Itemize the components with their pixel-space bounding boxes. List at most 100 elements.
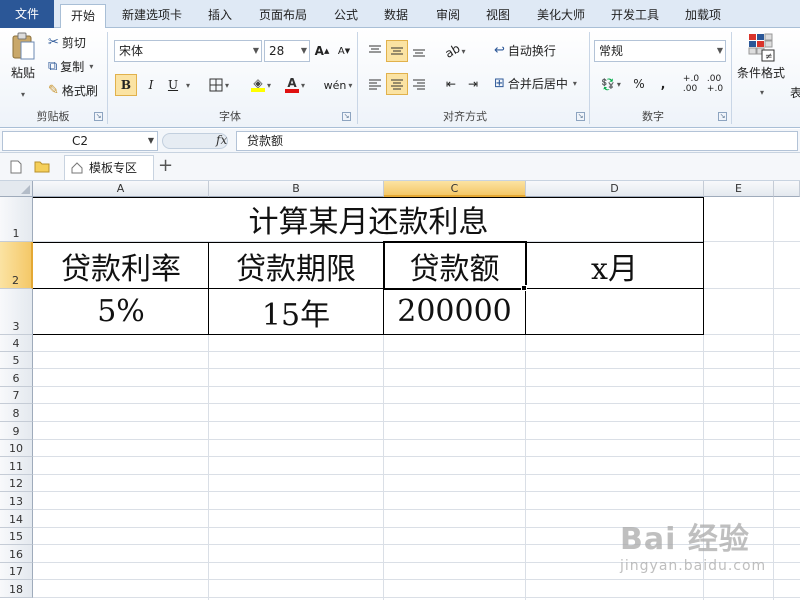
chevron-down-icon[interactable]: ▾ [760, 88, 764, 97]
font-name-combo[interactable]: 宋体 ▼ [114, 40, 262, 62]
column-header-f[interactable] [774, 181, 800, 197]
increase-indent-icon[interactable]: ⇥ [462, 73, 484, 95]
phonetic-button[interactable]: wén ▾ [322, 74, 354, 96]
add-tab-button[interactable]: + [158, 155, 173, 176]
formula-input[interactable]: 贷款额 [236, 131, 798, 151]
comma-button[interactable]: , [652, 73, 674, 95]
row-header-15[interactable]: 15 [0, 528, 33, 545]
decrease-indent-icon[interactable]: ⇤ [440, 73, 462, 95]
merge-cells-icon: ⊞ [494, 75, 505, 91]
number-format-combo[interactable]: 常规 ▼ [594, 40, 726, 62]
shrink-font-icon[interactable]: A ▼ [334, 40, 354, 62]
fill-color-button[interactable]: ◈ ▾ [246, 74, 276, 96]
value-cell-month[interactable] [526, 289, 703, 334]
row-header-13[interactable]: 13 [0, 492, 33, 510]
row-header-16[interactable]: 16 [0, 545, 33, 563]
font-launcher-icon[interactable]: ↘ [342, 112, 351, 121]
tab-new[interactable]: 新建选项卡 [112, 4, 192, 28]
copy-dropdown-icon[interactable]: ▾ [89, 62, 93, 71]
wrap-text-button[interactable]: ↩ 自动换行 [494, 42, 556, 59]
row-header-14[interactable]: 14 [0, 510, 33, 528]
header-cell-month[interactable]: x月 [526, 243, 703, 288]
format-as-table-label[interactable]: 表 [790, 84, 800, 101]
tab-template-zone[interactable]: 模板专区 [64, 155, 154, 180]
row-header-18[interactable]: 18 [0, 580, 33, 598]
column-header-e[interactable]: E [704, 181, 774, 197]
borders-button[interactable]: ▾ [204, 74, 234, 96]
row-header-6[interactable]: 6 [0, 369, 33, 387]
folder-icon[interactable] [34, 160, 50, 173]
column-header-c[interactable]: C [384, 181, 526, 197]
format-painter-button[interactable]: ✎ 格式刷 [48, 82, 98, 99]
chevron-down-icon[interactable]: ▾ [573, 79, 577, 88]
underline-button[interactable]: U [162, 74, 184, 96]
number-launcher-icon[interactable]: ↘ [718, 112, 727, 121]
column-header-d[interactable]: D [526, 181, 704, 197]
header-cell-rate[interactable]: 贷款利率 [34, 243, 208, 288]
paste-button[interactable]: 粘贴 [8, 32, 38, 81]
tab-beautify[interactable]: 美化大师 [528, 4, 594, 28]
row-header-1[interactable]: 1 [0, 197, 33, 242]
alignment-launcher-icon[interactable]: ↘ [576, 112, 585, 121]
row-header-7[interactable]: 7 [0, 387, 33, 404]
align-left-icon[interactable] [364, 73, 386, 95]
row-header-5[interactable]: 5 [0, 352, 33, 369]
decrease-decimal-icon[interactable]: .00 +.0 [704, 73, 726, 95]
tab-page-layout[interactable]: 页面布局 [250, 4, 316, 28]
row-header-10[interactable]: 10 [0, 440, 33, 457]
align-top-icon[interactable] [364, 40, 386, 62]
name-box[interactable]: C2 ▼ [2, 131, 158, 151]
header-cell-term[interactable]: 贷款期限 [209, 243, 383, 288]
tab-data[interactable]: 数据 [374, 4, 418, 28]
tab-insert[interactable]: 插入 [198, 4, 242, 28]
percent-button[interactable]: % [628, 73, 650, 95]
row-header-9[interactable]: 9 [0, 422, 33, 440]
column-header-a[interactable]: A [33, 181, 209, 197]
tab-home[interactable]: 开始 [60, 4, 106, 29]
tab-file[interactable]: 文件 [0, 0, 54, 28]
value-cell-term[interactable]: 15年 [209, 289, 383, 334]
italic-button[interactable]: I [140, 74, 162, 96]
align-right-icon[interactable] [408, 73, 430, 95]
row-header-4[interactable]: 4 [0, 335, 33, 352]
underline-dropdown-icon[interactable]: ▾ [186, 81, 190, 90]
insert-function-icon[interactable]: fx [216, 133, 227, 147]
grow-font-icon[interactable]: A ▲ [312, 40, 332, 62]
align-middle-icon[interactable] [386, 40, 408, 62]
tab-addins[interactable]: 加载项 [676, 4, 730, 28]
copy-button[interactable]: ⧉ 复制 ▾ [48, 58, 93, 75]
tab-formulas[interactable]: 公式 [324, 4, 368, 28]
select-all-corner[interactable] [0, 181, 33, 197]
tab-developer[interactable]: 开发工具 [602, 4, 668, 28]
row-header-3[interactable]: 3 [0, 289, 33, 335]
increase-decimal-icon[interactable]: +.0.00 [680, 73, 702, 95]
font-size-combo[interactable]: 28 ▼ [264, 40, 310, 62]
merge-center-button[interactable]: ⊞ 合并后居中 ▾ [494, 75, 577, 92]
title-cell[interactable]: 计算某月还款利息 [34, 198, 703, 241]
column-header-b[interactable]: B [209, 181, 384, 197]
conditional-format-icon: ≠ [748, 33, 775, 62]
align-center-icon[interactable] [386, 73, 408, 95]
row-header-17[interactable]: 17 [0, 563, 33, 580]
brush-icon: ✎ [48, 82, 59, 98]
value-cell-amount[interactable]: 200000 [384, 289, 525, 334]
tab-review[interactable]: 审阅 [426, 4, 470, 28]
new-file-icon[interactable] [10, 160, 22, 174]
currency-button[interactable]: 💱 ▾ [596, 73, 626, 95]
value-cell-rate[interactable]: 5% [34, 289, 208, 334]
paste-dropdown-icon[interactable]: ▾ [21, 90, 25, 99]
bold-button[interactable]: B [115, 74, 137, 96]
row-header-12[interactable]: 12 [0, 475, 33, 492]
header-cell-amount[interactable]: 贷款额 [384, 243, 525, 288]
row-header-8[interactable]: 8 [0, 404, 33, 422]
tab-view[interactable]: 视图 [476, 4, 520, 28]
row-header-11[interactable]: 11 [0, 457, 33, 475]
fill-handle[interactable] [521, 285, 527, 291]
conditional-format-button[interactable]: ≠ 条件格式 [737, 32, 785, 81]
font-color-button[interactable]: A ▾ [280, 74, 310, 96]
orientation-button[interactable]: ab ▾ [440, 40, 470, 62]
align-bottom-icon[interactable] [408, 40, 430, 62]
row-header-2[interactable]: 2 [0, 242, 33, 289]
cut-button[interactable]: ✂ 剪切 [48, 34, 86, 51]
clipboard-launcher-icon[interactable]: ↘ [94, 112, 103, 121]
